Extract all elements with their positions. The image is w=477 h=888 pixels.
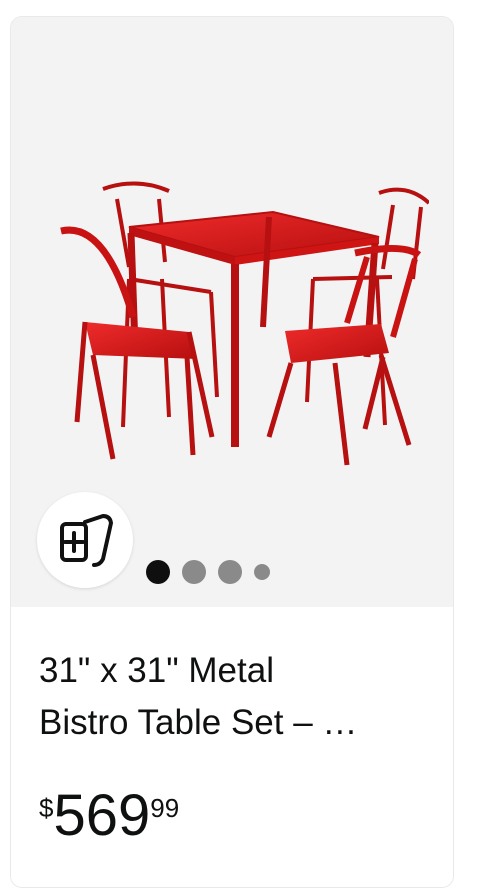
compare-button[interactable] xyxy=(37,492,133,588)
carousel-indicator[interactable] xyxy=(146,560,270,584)
product-media[interactable] xyxy=(11,17,453,607)
product-price: $ 569 99 xyxy=(39,787,179,845)
price-currency-symbol: $ xyxy=(39,793,54,823)
product-info[interactable]: 31" x 31" Metal Bistro Table Set – … $ 5… xyxy=(11,607,453,887)
carousel-dot-3[interactable] xyxy=(218,560,242,584)
carousel-dot-1[interactable] xyxy=(146,560,170,584)
product-card[interactable]: 31" x 31" Metal Bistro Table Set – … $ 5… xyxy=(10,16,454,888)
price-fraction: 99 xyxy=(150,793,180,823)
price-whole: 569 xyxy=(53,783,151,848)
product-image[interactable] xyxy=(37,167,429,467)
product-title[interactable]: 31" x 31" Metal Bistro Table Set – … xyxy=(39,645,431,749)
carousel-dot-2[interactable] xyxy=(182,560,206,584)
compare-cards-plus-icon xyxy=(60,514,113,567)
carousel-dot-4[interactable] xyxy=(254,564,270,580)
